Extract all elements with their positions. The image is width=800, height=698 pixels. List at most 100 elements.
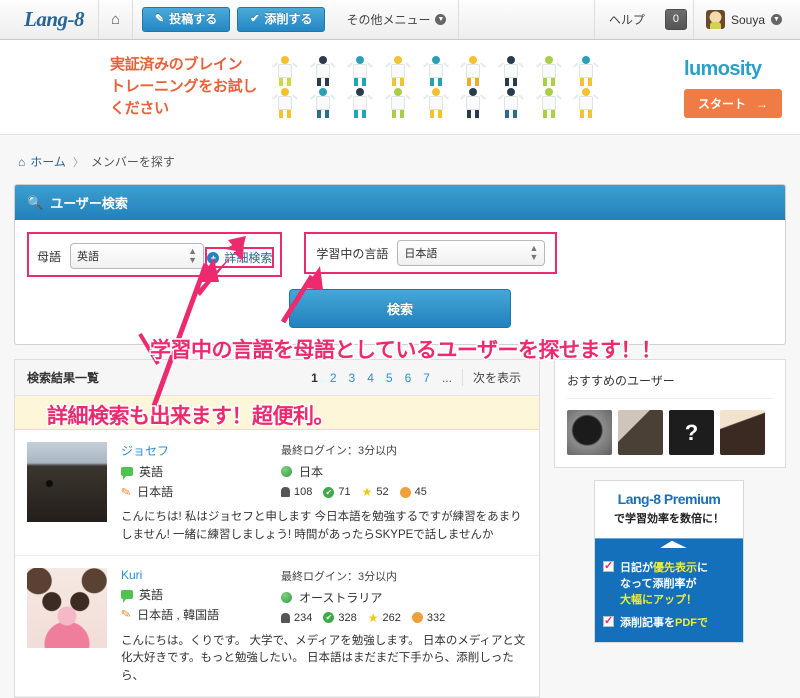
user-info: ジョセフ 英語 ✎ 日本語 最終ログイン：3分以内	[107, 442, 527, 545]
search-results-header: 検索結果一覧 1 2 3 4 5 6 7 ... 次を表示	[15, 360, 539, 396]
advertisement-banner[interactable]: 実証済みのブレイン トレーニングをお試しください lumosity スタート →	[0, 40, 800, 135]
premium-benefit-2a: 添削記事を	[620, 617, 675, 629]
user-info-top: ジョセフ 英語 ✎ 日本語 最終ログイン：3分以内	[121, 442, 527, 500]
mountain-hiker-photo	[27, 442, 107, 522]
breadcrumb: ⌂ ホーム 〉 メンバーを探す	[14, 135, 786, 184]
recommended-users-box: おすすめのユーザー ?	[554, 359, 786, 468]
page-link-5[interactable]: 5	[380, 371, 399, 385]
user-photo[interactable]	[27, 442, 107, 522]
speech-bubble-icon	[121, 590, 133, 599]
user-menu-dropdown[interactable]: Souya ▼	[693, 0, 792, 39]
page-link-4[interactable]: 4	[361, 371, 380, 385]
speech-bubble-icon	[121, 467, 133, 476]
target-language-highlight: 学習中の言語 日本語 ▲▼	[306, 234, 555, 272]
other-menu-dropdown[interactable]: その他メニュー ▼	[334, 0, 459, 39]
user-photo[interactable]	[27, 568, 107, 648]
content-columns: 検索結果一覧 1 2 3 4 5 6 7 ... 次を表示	[14, 359, 786, 698]
star-icon: ★	[362, 486, 373, 498]
user-native-language-label: 英語	[139, 586, 163, 603]
advanced-search-label: 詳細検索	[224, 249, 272, 266]
home-icon: ⌂	[111, 12, 120, 27]
notification-button[interactable]: 0	[659, 0, 693, 39]
site-logo[interactable]: Lang-8	[8, 0, 99, 39]
notice-bar	[15, 396, 539, 430]
correct-entry-button[interactable]: ✔ 添削する	[237, 7, 325, 32]
notification-count-badge: 0	[665, 9, 687, 30]
ad-cta-button[interactable]: スタート →	[684, 89, 782, 118]
person-icon	[281, 613, 290, 623]
stat-corrections-value: 71	[338, 486, 350, 498]
user-languages: Kuri 英語 ✎ 日本語 , 韓国語	[121, 568, 281, 624]
premium-promo-line2: で学習効率を数倍に！	[603, 510, 735, 526]
stat-likes: 45	[400, 486, 427, 498]
nav-primary-actions: ✎ 投稿する ✔ 添削する	[133, 0, 334, 39]
panda-illustration-photo	[27, 568, 107, 648]
page-link-2[interactable]: 2	[324, 371, 343, 385]
table-row[interactable]: ジョセフ 英語 ✎ 日本語 最終ログイン：3分以内	[15, 430, 539, 556]
search-results-title: 検索結果一覧	[27, 369, 99, 386]
premium-benefit-1: 日記が優先表示に なって添削率が 大幅にアップ！	[620, 561, 708, 609]
pencil-icon: ✎	[155, 14, 164, 25]
breadcrumb-home-label: ホーム	[30, 153, 66, 170]
premium-benefit-1a: 日記が	[620, 562, 653, 574]
user-name-link[interactable]: Kuri	[121, 568, 281, 582]
help-label: ヘルプ	[609, 11, 645, 28]
chevron-down-icon: ▼	[771, 14, 782, 25]
next-page-link[interactable]: 次を表示	[462, 369, 527, 386]
cat-photo-thumb[interactable]	[567, 410, 612, 455]
user-meta: 最終ログイン：3分以内 日本 108	[281, 442, 527, 500]
other-menu-label: その他メニュー	[346, 11, 430, 28]
pencil-icon: ✎	[120, 606, 133, 622]
table-row[interactable]: Kuri 英語 ✎ 日本語 , 韓国語 最終ログイン：3分以内	[15, 556, 539, 697]
premium-benefit-1hi: 優先表示	[653, 562, 697, 574]
ad-cta-label: スタート	[698, 95, 746, 112]
correct-entry-label: 添削する	[264, 13, 312, 25]
help-link[interactable]: ヘルプ	[594, 0, 659, 39]
breadcrumb-current: メンバーを探す	[91, 153, 175, 170]
search-button[interactable]: 検索	[289, 289, 511, 328]
status-badge: 234 ✔ 328 ★ 262	[281, 612, 527, 624]
user-search-panel-header: 🔍 ユーザー検索	[15, 185, 785, 220]
target-language-value: 日本語	[404, 245, 437, 261]
search-submit-row: 検索	[29, 289, 771, 328]
unknown-photo-thumb[interactable]: ?	[669, 410, 714, 455]
check-icon: ✔	[250, 14, 259, 25]
globe-icon	[281, 592, 292, 603]
search-icon: 🔍	[27, 195, 43, 211]
breadcrumb-home-link[interactable]: ⌂ ホーム	[18, 153, 66, 170]
select-arrows-icon: ▲▼	[529, 244, 538, 262]
ad-illustration	[274, 56, 604, 118]
user-last-login: 最終ログイン：3分以内	[281, 568, 527, 584]
check-box-icon	[603, 616, 614, 627]
nav-home-button[interactable]: ⌂	[99, 0, 133, 39]
stat-corrections-value: 328	[338, 612, 356, 624]
musician-photo-thumb[interactable]	[618, 410, 663, 455]
search-results-panel: 検索結果一覧 1 2 3 4 5 6 7 ... 次を表示	[14, 359, 540, 698]
mother-language-select[interactable]: 英語 ▲▼	[70, 243, 204, 269]
target-language-select[interactable]: 日本語 ▲▼	[397, 240, 545, 266]
page-link-7[interactable]: 7	[417, 371, 436, 385]
thumbs-up-icon	[400, 487, 411, 498]
page-link-1[interactable]: 1	[305, 371, 324, 385]
arrow-right-icon: →	[756, 97, 768, 111]
advanced-search-link[interactable]: + 詳細検索	[207, 249, 272, 266]
breadcrumb-separator: 〉	[73, 154, 84, 170]
user-meta: 最終ログイン：3分以内 オーストラリア 234	[281, 568, 527, 624]
mother-language-highlight: 母語 英語 ▲▼ + 詳細検索	[29, 234, 280, 275]
star-icon: ★	[368, 612, 379, 624]
premium-promo-banner[interactable]: Lang-8 Premium で学習効率を数倍に！ 日記が優先表示に なって添削…	[594, 480, 744, 643]
mother-language-value: 英語	[77, 248, 99, 264]
chevron-down-icon: ▼	[435, 14, 446, 25]
post-entry-button[interactable]: ✎ 投稿する	[142, 7, 230, 32]
user-name-link[interactable]: ジョセフ	[121, 442, 281, 459]
thumbs-up-icon	[412, 612, 423, 623]
user-search-title: ユーザー検索	[50, 193, 128, 212]
ad-brand-block: lumosity スタート →	[684, 58, 782, 118]
stat-friends-value: 234	[294, 612, 312, 624]
user-info: Kuri 英語 ✎ 日本語 , 韓国語 最終ログイン：3分以内	[107, 568, 527, 686]
speech-bubble-tail-icon	[595, 532, 743, 548]
page-link-6[interactable]: 6	[399, 371, 418, 385]
woman-photo-thumb[interactable]	[720, 410, 765, 455]
user-native-language-label: 英語	[139, 463, 163, 480]
page-link-3[interactable]: 3	[343, 371, 362, 385]
